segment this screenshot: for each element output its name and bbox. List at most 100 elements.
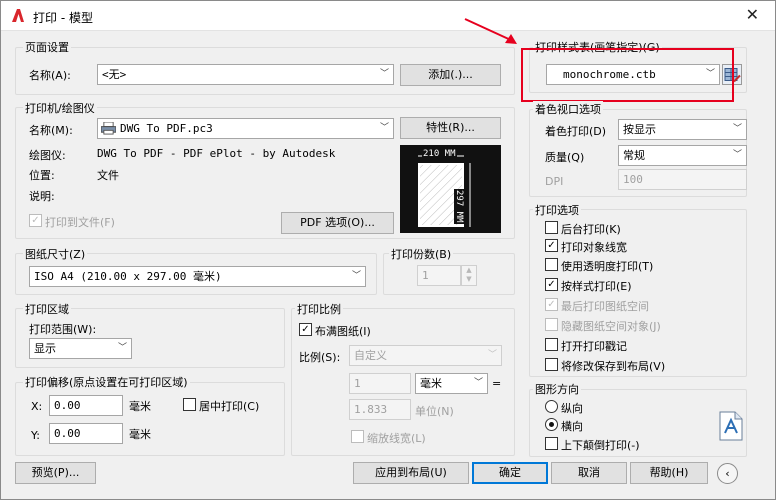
print-to-file-checkbox[interactable]: ✓ [29, 214, 42, 227]
plotter-value: DWG To PDF - PDF ePlot - by Autodesk [97, 147, 336, 160]
printer-name-select[interactable]: DWG To PDF.pc3 ﹀ [97, 118, 394, 139]
quality-select[interactable]: 常规 ﹀ [618, 145, 747, 166]
center-plot-checkbox[interactable] [183, 398, 196, 411]
plot-option-label-lineweights: 打印对象线宽 [561, 241, 627, 254]
offset-y-input[interactable]: 0.00 [49, 423, 123, 444]
print-to-file-label: 打印到文件(F) [45, 216, 115, 229]
center-plot-label: 居中打印(C) [199, 400, 260, 413]
plot-option-label-hide-objects: 隐藏图纸空间对象(J) [561, 320, 661, 333]
page-setup-group-label: 页面设置 [23, 39, 71, 55]
preview-height-label: 297 MM [454, 189, 464, 224]
scale-select[interactable]: 自定义 ﹀ [349, 345, 502, 366]
chevron-left-icon: ‹ [725, 467, 730, 480]
shade-plot-select[interactable]: 按显示 ﹀ [618, 119, 747, 140]
shade-plot-label: 着色打印(D) [545, 125, 607, 138]
plot-option-checkbox-lineweights[interactable]: ✓ [545, 239, 558, 252]
plot-option-checkbox-plot-stamp[interactable] [545, 338, 558, 351]
plot-option-checkbox-plot-styles[interactable]: ✓ [545, 278, 558, 291]
plot-scale-group-label: 打印比例 [295, 301, 343, 317]
plot-option-label-transparency: 使用透明度打印(T) [561, 260, 654, 273]
scale-equals-sign: = [492, 377, 502, 390]
printer-name-value: DWG To PDF.pc3 [120, 122, 213, 135]
page-setup-name-label: 名称(A): [29, 69, 71, 82]
chevron-down-icon: ﹀ [732, 124, 742, 134]
offset-y-label: Y: [31, 429, 40, 442]
plot-option-checkbox-save-to-layout[interactable] [545, 358, 558, 371]
scale-label: 比例(S): [299, 351, 341, 364]
scale-drawing-units-input[interactable]: 1.833 [349, 399, 411, 420]
fit-to-paper-checkbox[interactable]: ✓ [299, 323, 312, 336]
apply-to-layout-button[interactable]: 应用到布局(U) [353, 462, 469, 484]
upside-down-label: 上下颠倒打印(-) [561, 439, 640, 452]
copies-spinner[interactable]: ▲ ▼ [461, 265, 477, 286]
cancel-button[interactable]: 取消 [551, 462, 627, 484]
chevron-down-icon: ﹀ [732, 150, 742, 160]
help-button[interactable]: 帮助(H) [630, 462, 708, 484]
plot-option-label-save-to-layout: 将修改保存到布局(V) [561, 360, 666, 373]
quality-value: 常规 [623, 149, 645, 162]
offset-x-label: X: [31, 400, 43, 413]
dpi-label: DPI [545, 175, 564, 188]
printer-properties-button[interactable]: 特性(R)... [400, 117, 501, 139]
chevron-down-icon: ﹀ [473, 378, 483, 388]
plotter-label: 绘图仪: [29, 149, 66, 162]
page-setup-name-select[interactable]: <无> ﹀ [97, 64, 394, 85]
preview-button[interactable]: 预览(P)... [15, 462, 96, 484]
offset-x-input[interactable]: 0.00 [49, 395, 123, 416]
fit-to-paper-label: 布满图纸(I) [315, 325, 371, 338]
plot-options-group-label: 打印选项 [533, 202, 581, 218]
chevron-down-icon: ﹀ [379, 123, 389, 133]
upside-down-checkbox[interactable] [545, 437, 558, 450]
landscape-label: 横向 [561, 420, 583, 433]
plot-range-value: 显示 [34, 342, 56, 355]
close-icon[interactable]: ✕ [746, 6, 759, 24]
location-label: 位置: [29, 169, 55, 182]
printer-group-label: 打印机/绘图仪 [23, 100, 97, 116]
dpi-input[interactable]: 100 [618, 169, 747, 190]
chevron-down-icon: ﹀ [379, 69, 389, 79]
offset-x-unit: 毫米 [129, 400, 151, 413]
landscape-radio[interactable] [545, 418, 558, 431]
orientation-group-label: 图形方向 [533, 381, 581, 397]
plot-option-label-paperspace-last: 最后打印图纸空间 [561, 300, 649, 313]
portrait-radio[interactable] [545, 400, 558, 413]
quality-label: 质量(Q) [545, 151, 585, 164]
annotation-highlight-box [521, 48, 734, 102]
collapse-options-button[interactable]: ‹ [717, 463, 738, 484]
pdf-options-button[interactable]: PDF 选项(O)... [281, 212, 394, 234]
location-value: 文件 [97, 169, 119, 182]
copies-group-label: 打印份数(B) [389, 246, 454, 262]
page-setup-name-value: <无> [102, 68, 127, 81]
window-title: 打印 - 模型 [33, 11, 93, 25]
plot-area-group-label: 打印区域 [23, 301, 71, 317]
scale-units-label: 单位(N) [415, 405, 454, 418]
printer-name-label: 名称(M): [29, 124, 73, 137]
preview-width-label: 210 MM [422, 149, 457, 159]
ok-button[interactable]: 确定 [472, 462, 548, 484]
portrait-label: 纵向 [561, 402, 583, 415]
paper-size-group-label: 图纸尺寸(Z) [23, 246, 88, 262]
scale-value: 自定义 [354, 349, 387, 362]
paper-size-select[interactable]: ISO A4 (210.00 x 297.00 毫米) ﹀ [29, 266, 366, 287]
title-bar: 打印 - 模型 ✕ [1, 1, 775, 31]
chevron-down-icon: ﹀ [117, 343, 127, 353]
paper-preview: 210 MM 297 MM [400, 145, 501, 233]
scale-paper-units-input[interactable]: 1 [349, 373, 411, 394]
plot-option-checkbox-background[interactable] [545, 221, 558, 234]
scale-unit-select[interactable]: 毫米 ﹀ [415, 373, 488, 394]
chevron-down-icon: ﹀ [487, 350, 497, 360]
plot-option-checkbox-transparency[interactable] [545, 258, 558, 271]
plot-range-select[interactable]: 显示 ﹀ [29, 338, 132, 359]
copies-input[interactable]: 1 [417, 265, 461, 286]
landscape-orientation-icon [719, 411, 743, 441]
plot-offset-group [15, 382, 285, 456]
plot-option-checkbox-hide-objects[interactable] [545, 318, 558, 331]
offset-y-unit: 毫米 [129, 428, 151, 441]
scale-lineweights-checkbox[interactable] [351, 430, 364, 443]
scale-unit-value: 毫米 [420, 377, 442, 390]
add-page-setup-button[interactable]: 添加(.)... [400, 64, 501, 86]
plot-dialog: 打印 - 模型 ✕ 页面设置 名称(A): <无> ﹀ 添加(.)... 打印机… [0, 0, 776, 500]
plot-option-checkbox-paperspace-last[interactable]: ✓ [545, 298, 558, 311]
shade-plot-value: 按显示 [623, 123, 656, 136]
plot-range-label: 打印范围(W): [29, 323, 97, 336]
